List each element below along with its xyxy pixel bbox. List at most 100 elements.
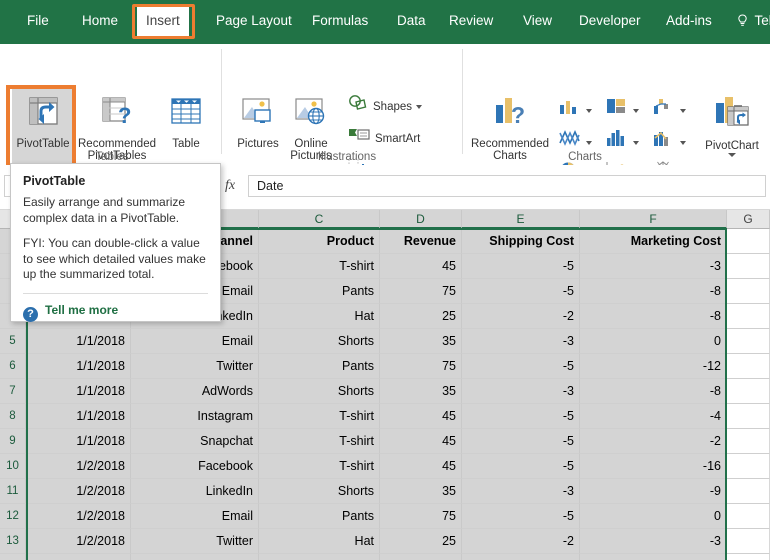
- cell-D6[interactable]: 75: [380, 354, 462, 379]
- row-header-12[interactable]: 12: [0, 504, 26, 529]
- row-header-9[interactable]: 9: [0, 429, 26, 454]
- column-header-f[interactable]: F: [580, 210, 727, 229]
- cell-E11[interactable]: -3: [462, 479, 580, 504]
- cell-G13[interactable]: [727, 529, 770, 554]
- cell-B10[interactable]: Facebook: [131, 454, 259, 479]
- column-header-g[interactable]: G: [727, 210, 770, 229]
- tab-insert[interactable]: Insert: [137, 6, 189, 36]
- column-header-d[interactable]: D: [380, 210, 462, 229]
- histogram-chart-button[interactable]: [605, 129, 639, 152]
- cell-e1[interactable]: Shipping Cost: [462, 229, 580, 254]
- cell-D12[interactable]: 75: [380, 504, 462, 529]
- cell-B11[interactable]: LinkedIn: [131, 479, 259, 504]
- cell-C13[interactable]: Hat: [259, 529, 380, 554]
- column-chart-caret[interactable]: [586, 108, 592, 113]
- cell-F2[interactable]: -8: [580, 279, 727, 304]
- cell-G9[interactable]: [727, 429, 770, 454]
- cell-D5[interactable]: 35: [380, 329, 462, 354]
- tab-view[interactable]: View: [514, 8, 561, 34]
- cell-G8[interactable]: [727, 404, 770, 429]
- cell-F8[interactable]: -4: [580, 404, 727, 429]
- cell-D3[interactable]: 25: [380, 304, 462, 329]
- row-header-7[interactable]: 7: [0, 379, 26, 404]
- cell-B9[interactable]: Snapchat: [131, 429, 259, 454]
- cell-C5[interactable]: Shorts: [259, 329, 380, 354]
- cell-B7[interactable]: AdWords: [131, 379, 259, 404]
- cell-A14[interactable]: 1/2/2018: [26, 554, 131, 560]
- cell-C9[interactable]: T-shirt: [259, 429, 380, 454]
- cell-E10[interactable]: -5: [462, 454, 580, 479]
- row-header-5[interactable]: 5: [0, 329, 26, 354]
- line-chart-button[interactable]: [558, 129, 592, 152]
- cell-B6[interactable]: Twitter: [131, 354, 259, 379]
- cell-B5[interactable]: Email: [131, 329, 259, 354]
- waterfall-chart-caret[interactable]: [680, 108, 686, 113]
- table-button[interactable]: Table: [162, 93, 210, 150]
- cell-E9[interactable]: -5: [462, 429, 580, 454]
- cell-F5[interactable]: 0: [580, 329, 727, 354]
- cell-F14[interactable]: -1: [580, 554, 727, 560]
- column-header-e[interactable]: E: [462, 210, 580, 229]
- cell-E3[interactable]: -2: [462, 304, 580, 329]
- pivottable-button[interactable]: PivotTable: [12, 93, 74, 150]
- cell-D10[interactable]: 45: [380, 454, 462, 479]
- cell-A5[interactable]: 1/1/2018: [26, 329, 131, 354]
- shapes-button[interactable]: Shapes: [348, 94, 423, 116]
- cell-C12[interactable]: Pants: [259, 504, 380, 529]
- tab-formulas[interactable]: Formulas: [303, 8, 377, 34]
- cell-D11[interactable]: 35: [380, 479, 462, 504]
- cell-g1[interactable]: [727, 229, 770, 254]
- cell-F13[interactable]: -3: [580, 529, 727, 554]
- cell-C8[interactable]: T-shirt: [259, 404, 380, 429]
- cell-G7[interactable]: [727, 379, 770, 404]
- cell-C3[interactable]: Hat: [259, 304, 380, 329]
- combo-chart-button[interactable]: [652, 129, 686, 152]
- column-chart-button[interactable]: [558, 97, 592, 120]
- smartart-button[interactable]: SmartArt: [348, 126, 420, 148]
- cell-E13[interactable]: -2: [462, 529, 580, 554]
- bar-chart-button[interactable]: [605, 97, 639, 120]
- tab-developer[interactable]: Developer: [570, 8, 650, 34]
- cell-D9[interactable]: 45: [380, 429, 462, 454]
- cell-F10[interactable]: -16: [580, 454, 727, 479]
- line-chart-caret[interactable]: [586, 140, 592, 145]
- row-header-6[interactable]: 6: [0, 354, 26, 379]
- pivotchart-dropdown-caret[interactable]: [728, 153, 736, 157]
- cell-F6[interactable]: -12: [580, 354, 727, 379]
- cell-G11[interactable]: [727, 479, 770, 504]
- cell-C7[interactable]: Shorts: [259, 379, 380, 404]
- cell-D14[interactable]: 35: [380, 554, 462, 560]
- cell-F9[interactable]: -2: [580, 429, 727, 454]
- cell-C14[interactable]: Shorts: [259, 554, 380, 560]
- tab-data[interactable]: Data: [388, 8, 435, 34]
- cell-D1[interactable]: 45: [380, 254, 462, 279]
- cell-D8[interactable]: 45: [380, 404, 462, 429]
- cell-A13[interactable]: 1/2/2018: [26, 529, 131, 554]
- tab-file[interactable]: File: [18, 8, 58, 34]
- tab-addins[interactable]: Add-ins: [657, 8, 721, 34]
- cell-A11[interactable]: 1/2/2018: [26, 479, 131, 504]
- cell-G5[interactable]: [727, 329, 770, 354]
- insert-function-icon[interactable]: fx: [218, 176, 242, 196]
- cell-A7[interactable]: 1/1/2018: [26, 379, 131, 404]
- tab-review[interactable]: Review: [440, 8, 502, 34]
- cell-d1[interactable]: Revenue: [380, 229, 462, 254]
- waterfall-chart-button[interactable]: [652, 97, 686, 120]
- cell-F3[interactable]: -8: [580, 304, 727, 329]
- tab-home[interactable]: Home: [73, 8, 127, 34]
- cell-G6[interactable]: [727, 354, 770, 379]
- cell-f1[interactable]: Marketing Cost: [580, 229, 727, 254]
- row-header-14[interactable]: 14: [0, 554, 26, 560]
- cell-F12[interactable]: 0: [580, 504, 727, 529]
- histogram-chart-caret[interactable]: [633, 140, 639, 145]
- row-header-13[interactable]: 13: [0, 529, 26, 554]
- cell-C1[interactable]: T-shirt: [259, 254, 380, 279]
- cell-E7[interactable]: -3: [462, 379, 580, 404]
- row-header-11[interactable]: 11: [0, 479, 26, 504]
- cell-B14[interactable]: AdWords: [131, 554, 259, 560]
- cell-E12[interactable]: -5: [462, 504, 580, 529]
- cell-G14[interactable]: [727, 554, 770, 560]
- cell-F11[interactable]: -9: [580, 479, 727, 504]
- cell-C10[interactable]: T-shirt: [259, 454, 380, 479]
- cell-C11[interactable]: Shorts: [259, 479, 380, 504]
